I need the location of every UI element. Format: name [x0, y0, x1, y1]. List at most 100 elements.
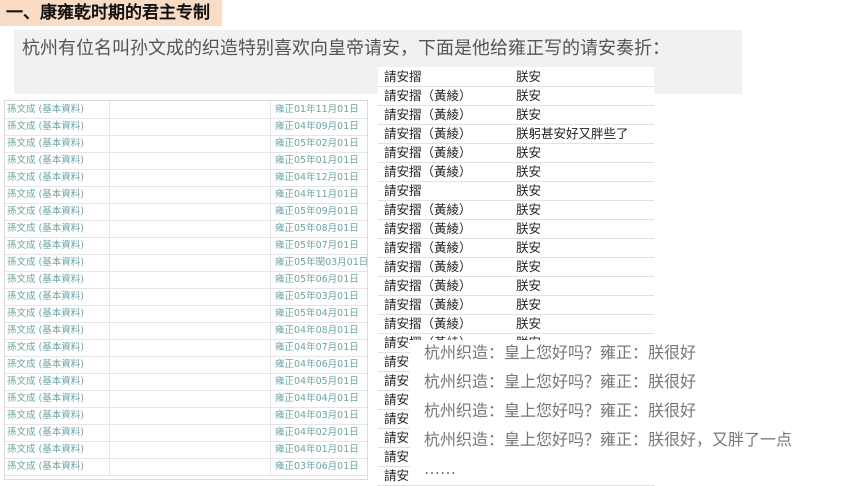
table-row: 孫文成 (基本資料) 雍正05年02月01日: [5, 135, 367, 153]
record-blank-cell: [109, 186, 271, 203]
memorial-type: 請安摺（黃綾）: [384, 126, 472, 141]
record-date: 雍正04年01月01日: [275, 444, 359, 455]
record-blank-cell: [109, 458, 271, 475]
record-date: 雍正04年06月01日: [275, 359, 359, 370]
record-name-link[interactable]: 孫文成 (基本資料): [7, 254, 107, 271]
record-blank-cell: [109, 237, 271, 254]
table-row: 請安摺（黃綾） 朕安: [378, 105, 654, 125]
emperor-reply: 朕安: [516, 259, 542, 274]
record-date: 雍正05年02月01日: [275, 138, 359, 149]
dialogue-line: ……: [424, 459, 456, 478]
emperor-reply: 朕安: [516, 183, 542, 198]
record-blank-cell: [109, 135, 271, 152]
table-row: 請安摺（黃綾） 朕安: [378, 143, 654, 163]
memorial-record-table: 孫文成 (基本資料) 雍正01年11月01日 孫文成 (基本資料) 雍正04年09月0…: [4, 100, 368, 480]
memorial-type: 請安摺（黃綾）: [384, 88, 472, 103]
table-row: 請安摺（黃綾） 朕安: [378, 238, 654, 258]
record-name-link[interactable]: 孫文成 (基本資料): [7, 339, 107, 356]
emperor-reply: 朕安: [516, 69, 542, 84]
section-heading: 一、康雍乾时期的君主专制: [0, 0, 222, 26]
table-row: 孫文成 (基本資料) 雍正04年01月01日: [5, 441, 367, 459]
memorial-type: 請安摺（黃綾）: [384, 297, 472, 312]
emperor-reply: 朕安: [516, 240, 542, 255]
emperor-reply: 朕安: [516, 145, 542, 160]
emperor-reply: 朕安: [516, 164, 542, 179]
table-row: 請安摺 朕安: [378, 181, 654, 201]
record-date: 雍正05年01月01日: [275, 155, 359, 166]
table-row: 孫文成 (基本資料) 雍正05年09月01日: [5, 203, 367, 221]
table-row: 請安摺（黃綾） 朕安: [378, 219, 654, 239]
record-date: 雍正05年03月01日: [275, 291, 359, 302]
record-name-link[interactable]: 孫文成 (基本資料): [7, 118, 107, 135]
emperor-reply: 朕安: [516, 221, 542, 236]
table-row: 請安摺（黃綾） 朕安: [378, 295, 654, 315]
record-blank-cell: [109, 101, 271, 118]
table-row: 孫文成 (基本資料) 雍正04年09月01日: [5, 118, 367, 136]
record-blank-cell: [109, 169, 271, 186]
table-row: 請安摺（黃綾） 朕安: [378, 314, 654, 334]
table-row: 孫文成 (基本資料) 雍正03年06月01日: [5, 458, 367, 476]
record-name-link[interactable]: 孫文成 (基本資料): [7, 390, 107, 407]
table-row: 孫文成 (基本資料) 雍正04年12月01日: [5, 169, 367, 187]
record-date: 雍正05年閏03月01日: [275, 257, 369, 268]
record-date: 雍正05年08月01日: [275, 223, 359, 234]
record-name-link[interactable]: 孫文成 (基本資料): [7, 135, 107, 152]
table-row: 孫文成 (基本資料) 雍正04年06月01日: [5, 356, 367, 374]
table-row: 孫文成 (基本資料) 雍正05年01月01日: [5, 152, 367, 170]
dialogue-overlay: 杭州织造：皇上您好吗？雍正：朕很好 杭州织造：皇上您好吗？雍正：朕很好 杭州织造：皇…: [410, 340, 856, 484]
record-name-link[interactable]: 孫文成 (基本資料): [7, 271, 107, 288]
table-row: 孫文成 (基本資料) 雍正04年04月01日: [5, 390, 367, 408]
record-name-link[interactable]: 孫文成 (基本資料): [7, 373, 107, 390]
record-name-link[interactable]: 孫文成 (基本資料): [7, 441, 107, 458]
record-name-link[interactable]: 孫文成 (基本資料): [7, 101, 107, 118]
table-row: 孫文成 (基本資料) 雍正04年03月01日: [5, 407, 367, 425]
record-name-link[interactable]: 孫文成 (基本資料): [7, 407, 107, 424]
record-name-link[interactable]: 孫文成 (基本資料): [7, 424, 107, 441]
record-blank-cell: [109, 424, 271, 441]
record-name-link[interactable]: 孫文成 (基本資料): [7, 288, 107, 305]
table-row: 請安摺（黃綾） 朕安: [378, 276, 654, 296]
record-date: 雍正04年05月01日: [275, 376, 359, 387]
record-name-link[interactable]: 孫文成 (基本資料): [7, 186, 107, 203]
record-date: 雍正04年04月01日: [275, 393, 359, 404]
table-row: 請安摺（黃綾） 朕安: [378, 257, 654, 277]
table-row: 孫文成 (基本資料) 雍正05年08月01日: [5, 220, 367, 238]
record-blank-cell: [109, 203, 271, 220]
record-blank-cell: [109, 271, 271, 288]
record-date: 雍正04年09月01日: [275, 121, 359, 132]
record-blank-cell: [109, 152, 271, 169]
record-date: 雍正05年09月01日: [275, 206, 359, 217]
dialogue-line: 杭州织造：皇上您好吗？雍正：朕很好: [424, 372, 697, 391]
record-date: 雍正05年06月01日: [275, 274, 359, 285]
record-name-link[interactable]: 孫文成 (基本資料): [7, 203, 107, 220]
memorial-type: 請安摺（黃綾）: [384, 278, 472, 293]
dialogue-line: 杭州织造：皇上您好吗？雍正：朕很好: [424, 343, 697, 362]
emperor-reply: 朕躬甚安好又胖些了: [516, 126, 629, 141]
record-name-link[interactable]: 孫文成 (基本資料): [7, 237, 107, 254]
intro-text: 杭州有位名叫孙文成的织造特别喜欢向皇帝请安，下面是他给雍正写的请安奏折：: [22, 38, 670, 59]
memorial-type: 請安摺（黃綾）: [384, 240, 472, 255]
record-blank-cell: [109, 339, 271, 356]
table-row: 孫文成 (基本資料) 雍正04年11月01日: [5, 186, 367, 204]
record-name-link[interactable]: 孫文成 (基本資料): [7, 322, 107, 339]
memorial-type: 請安摺（黃綾）: [384, 202, 472, 217]
record-date: 雍正04年12月01日: [275, 172, 359, 183]
record-name-link[interactable]: 孫文成 (基本資料): [7, 220, 107, 237]
record-date: 雍正05年07月01日: [275, 240, 359, 251]
table-row: 請安摺 朕安: [378, 67, 654, 87]
table-row: 孫文成 (基本資料) 雍正04年08月01日: [5, 322, 367, 340]
record-name-link[interactable]: 孫文成 (基本資料): [7, 356, 107, 373]
record-blank-cell: [109, 373, 271, 390]
record-blank-cell: [109, 254, 271, 271]
record-date: 雍正03年06月01日: [275, 461, 359, 472]
memorial-type: 請安摺（黃綾）: [384, 221, 472, 236]
emperor-reply: 朕安: [516, 297, 542, 312]
record-name-link[interactable]: 孫文成 (基本資料): [7, 458, 107, 475]
record-name-link[interactable]: 孫文成 (基本資料): [7, 152, 107, 169]
record-blank-cell: [109, 305, 271, 322]
table-row: 孫文成 (基本資料) 雍正05年閏03月01日: [5, 254, 369, 272]
record-name-link[interactable]: 孫文成 (基本資料): [7, 305, 107, 322]
record-date: 雍正01年11月01日: [275, 104, 359, 115]
record-name-link[interactable]: 孫文成 (基本資料): [7, 169, 107, 186]
dialogue-line: 杭州织造：皇上您好吗？雍正：朕很好: [424, 401, 697, 420]
